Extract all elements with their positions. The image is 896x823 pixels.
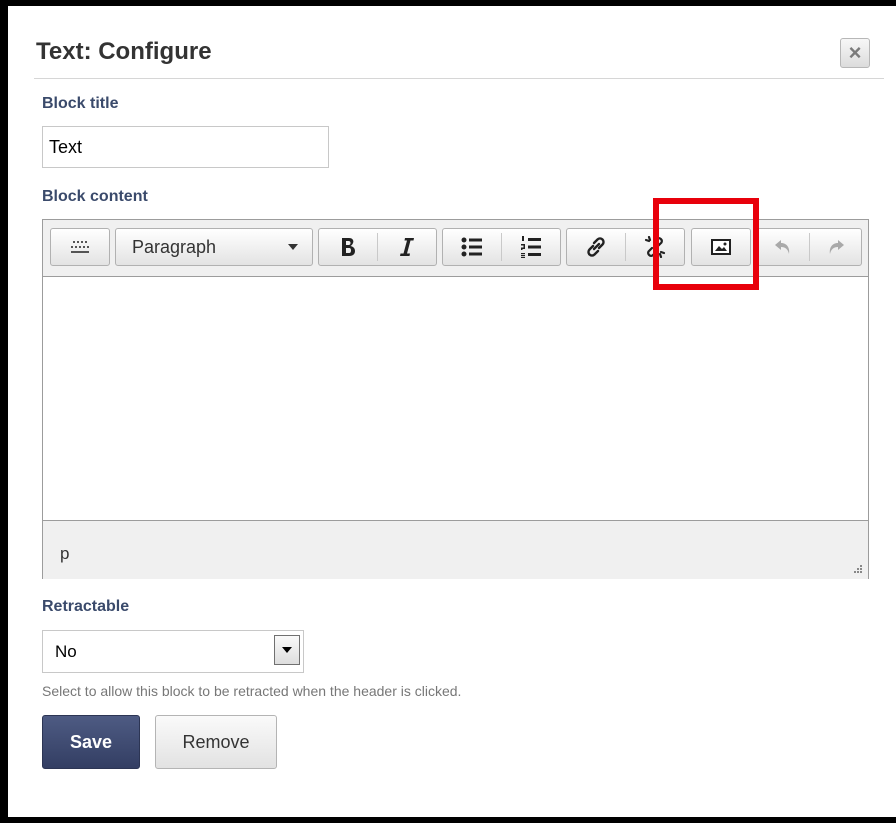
numbered-list-icon: [521, 236, 541, 258]
block-title-input[interactable]: [42, 126, 329, 168]
editor-content-area[interactable]: [43, 277, 868, 520]
format-select-value: Paragraph: [132, 237, 217, 257]
editor-statusbar: p: [43, 520, 868, 579]
remove-button[interactable]: Remove: [155, 715, 277, 769]
unlink-button[interactable]: [626, 229, 684, 265]
retractable-hint: Select to allow this block to be retract…: [42, 683, 462, 699]
retractable-label: Retractable: [42, 598, 130, 615]
image-icon: [711, 239, 731, 255]
insert-image-button[interactable]: [692, 229, 750, 265]
numbered-list-button[interactable]: [502, 229, 560, 265]
italic-button[interactable]: [378, 229, 436, 265]
toolbar-toggle-group: [50, 228, 110, 266]
editor-toolbar: Paragraph: [43, 220, 868, 277]
format-select[interactable]: Paragraph: [115, 228, 313, 266]
redo-button[interactable]: [810, 229, 862, 265]
link-group: [566, 228, 685, 266]
bullet-list-icon: [461, 237, 482, 257]
title-divider: [34, 78, 884, 79]
link-button[interactable]: [567, 229, 625, 265]
configure-dialog: Text: Configure × Block title Block cont…: [8, 6, 896, 817]
link-icon: [587, 237, 605, 257]
bullet-list-button[interactable]: [443, 229, 501, 265]
retractable-select-value: No: [55, 642, 77, 661]
block-title-label: Block title: [42, 95, 119, 112]
redo-icon: [829, 240, 844, 254]
resize-handle-icon[interactable]: [851, 562, 863, 574]
toolbar-toggle-icon: [71, 241, 89, 253]
list-group: [442, 228, 561, 266]
unlink-icon: [644, 236, 666, 258]
rich-text-editor: Paragraph p: [42, 219, 869, 579]
undo-button[interactable]: [757, 229, 809, 265]
undo-icon: [775, 240, 790, 254]
text-style-group: [318, 228, 437, 266]
toolbar-toggle-button[interactable]: [51, 229, 109, 265]
dialog-title: Text: Configure: [36, 38, 212, 65]
close-button[interactable]: ×: [840, 38, 870, 68]
block-content-label: Block content: [42, 188, 148, 205]
image-group: [691, 228, 751, 266]
element-path[interactable]: p: [60, 544, 69, 564]
save-button[interactable]: Save: [42, 715, 140, 769]
history-group: [756, 228, 862, 266]
chevron-down-icon: [282, 647, 292, 653]
retractable-select[interactable]: No: [42, 630, 304, 673]
close-icon: ×: [848, 40, 862, 65]
bold-icon: [342, 238, 355, 256]
bold-button[interactable]: [319, 229, 377, 265]
select-arrow-button[interactable]: [274, 635, 300, 665]
italic-icon: [400, 238, 414, 256]
chevron-down-icon: [288, 244, 298, 250]
